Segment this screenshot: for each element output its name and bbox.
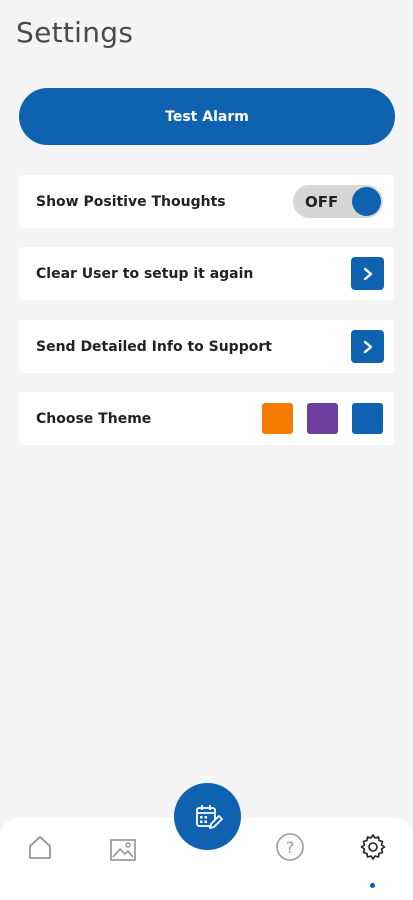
positive-thoughts-label: Show Positive Thoughts xyxy=(36,193,226,210)
help-icon: ? xyxy=(276,833,304,861)
send-info-button[interactable] xyxy=(351,330,384,363)
schedule-fab-button[interactable] xyxy=(174,783,241,850)
theme-swatch-orange[interactable] xyxy=(262,403,293,434)
send-info-label: Send Detailed Info to Support xyxy=(36,338,272,355)
theme-swatch-purple[interactable] xyxy=(307,403,338,434)
clear-user-button[interactable] xyxy=(351,257,384,290)
chevron-right-icon xyxy=(363,340,372,353)
nav-gallery[interactable] xyxy=(103,830,143,870)
image-icon xyxy=(110,839,136,861)
svg-text:?: ? xyxy=(286,838,295,857)
page-title: Settings xyxy=(16,16,134,49)
test-alarm-button[interactable]: Test Alarm xyxy=(19,88,395,145)
nav-help[interactable]: ? xyxy=(270,827,310,867)
choose-theme-label: Choose Theme xyxy=(36,410,152,427)
theme-swatches xyxy=(262,403,383,434)
toggle-state-text: OFF xyxy=(305,192,339,211)
positive-thoughts-row: Show Positive Thoughts OFF xyxy=(19,175,394,228)
clear-user-label: Clear User to setup it again xyxy=(36,265,254,282)
positive-thoughts-toggle[interactable]: OFF xyxy=(293,185,383,218)
send-info-row[interactable]: Send Detailed Info to Support xyxy=(19,320,394,373)
gear-icon xyxy=(360,834,386,860)
theme-swatch-blue[interactable] xyxy=(352,403,383,434)
calendar-edit-icon xyxy=(195,804,223,829)
clear-user-row[interactable]: Clear User to setup it again xyxy=(19,247,394,300)
chevron-right-icon xyxy=(363,267,372,280)
nav-settings[interactable] xyxy=(353,827,393,867)
toggle-knob xyxy=(352,187,381,216)
home-icon xyxy=(29,836,51,859)
active-tab-indicator xyxy=(370,883,375,888)
choose-theme-row: Choose Theme xyxy=(19,392,394,445)
nav-home[interactable] xyxy=(20,827,60,867)
